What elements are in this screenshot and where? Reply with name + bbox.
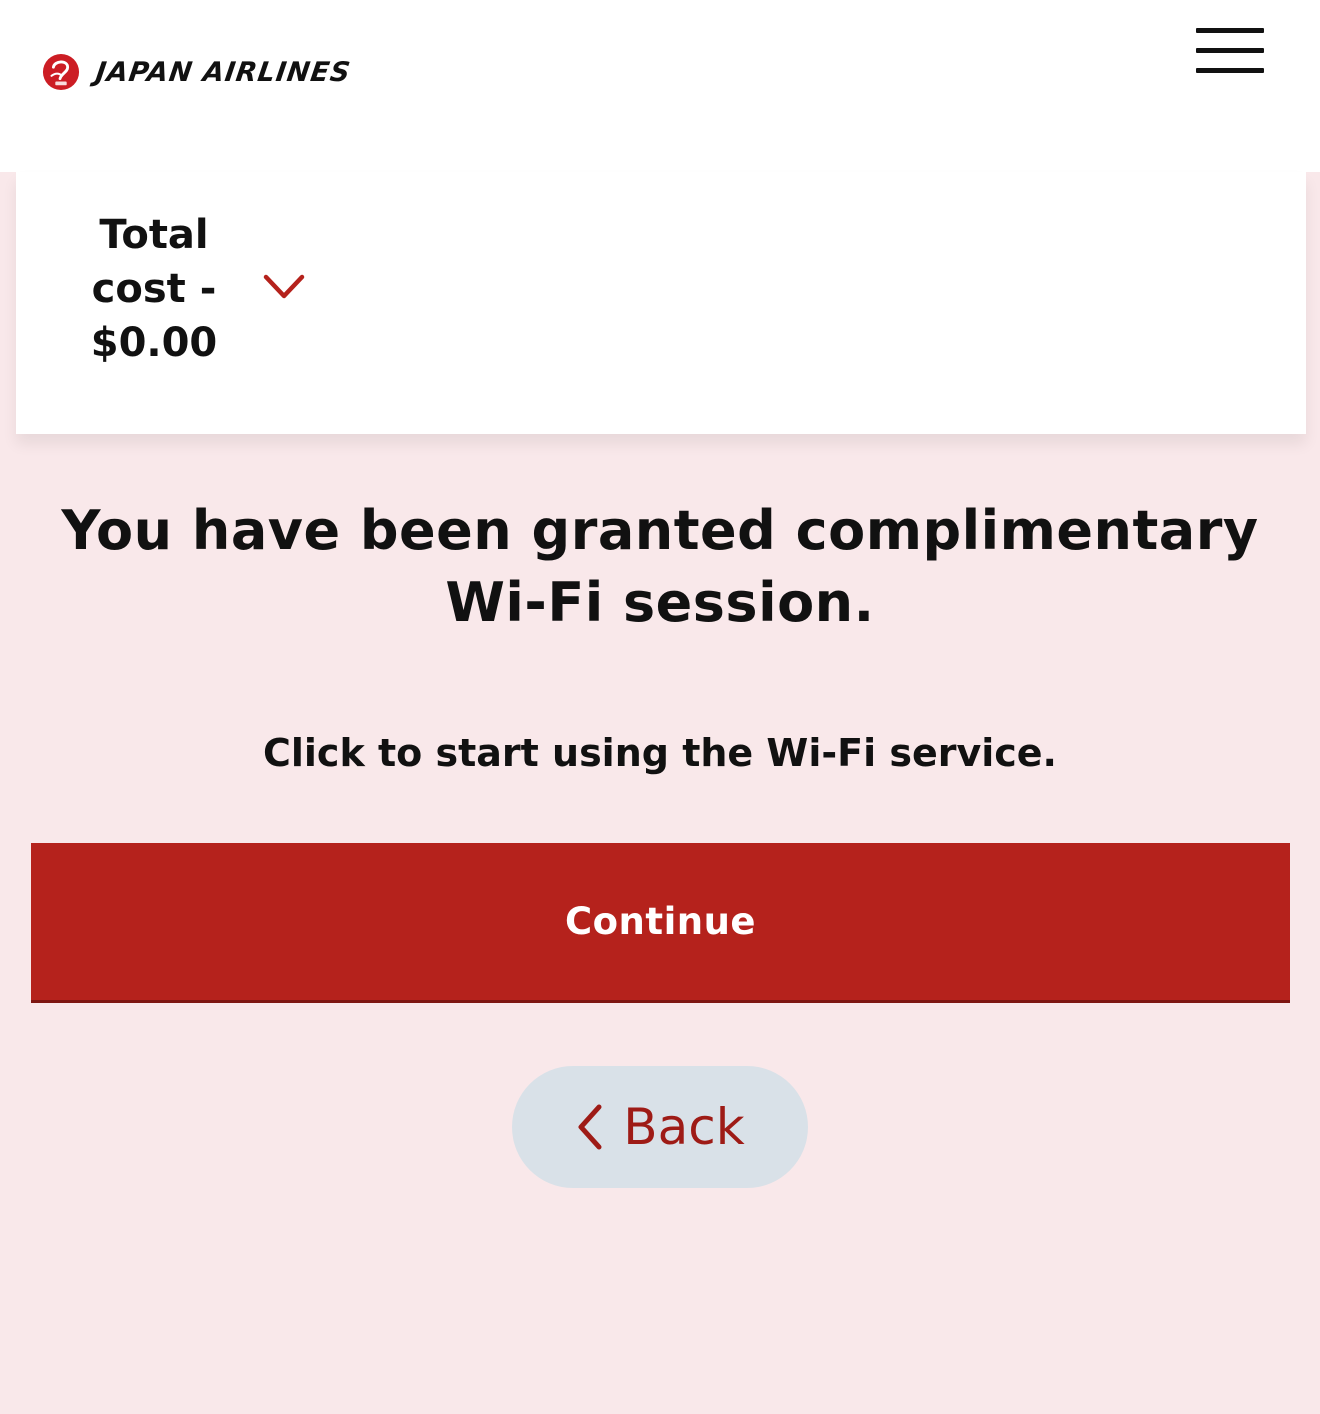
chevron-left-icon (578, 1104, 602, 1150)
chevron-down-icon[interactable] (261, 270, 307, 304)
menu-line (1196, 48, 1264, 53)
continue-button-label: Continue (564, 900, 757, 943)
site-header: JAPAN AIRLINES (0, 0, 1320, 172)
menu-line (1196, 68, 1264, 73)
menu-line (1196, 28, 1264, 33)
brand-name: JAPAN AIRLINES (93, 56, 353, 88)
page-title: You have been granted complimentary Wi-F… (61, 499, 1259, 634)
cost-summary-card[interactable]: Total cost - $0.00 (16, 172, 1306, 434)
brand-logo[interactable]: JAPAN AIRLINES (42, 53, 353, 91)
back-button[interactable]: Back (512, 1066, 808, 1188)
total-cost-label: Total cost - $0.00 (90, 212, 218, 366)
hamburger-menu-icon[interactable] (1196, 28, 1264, 74)
instruction-text: Click to start using the Wi-Fi service. (262, 731, 1057, 775)
continue-button[interactable]: Continue (31, 843, 1290, 1003)
jal-tsurumaru-icon (42, 53, 80, 91)
back-button-label: Back (623, 1098, 745, 1156)
